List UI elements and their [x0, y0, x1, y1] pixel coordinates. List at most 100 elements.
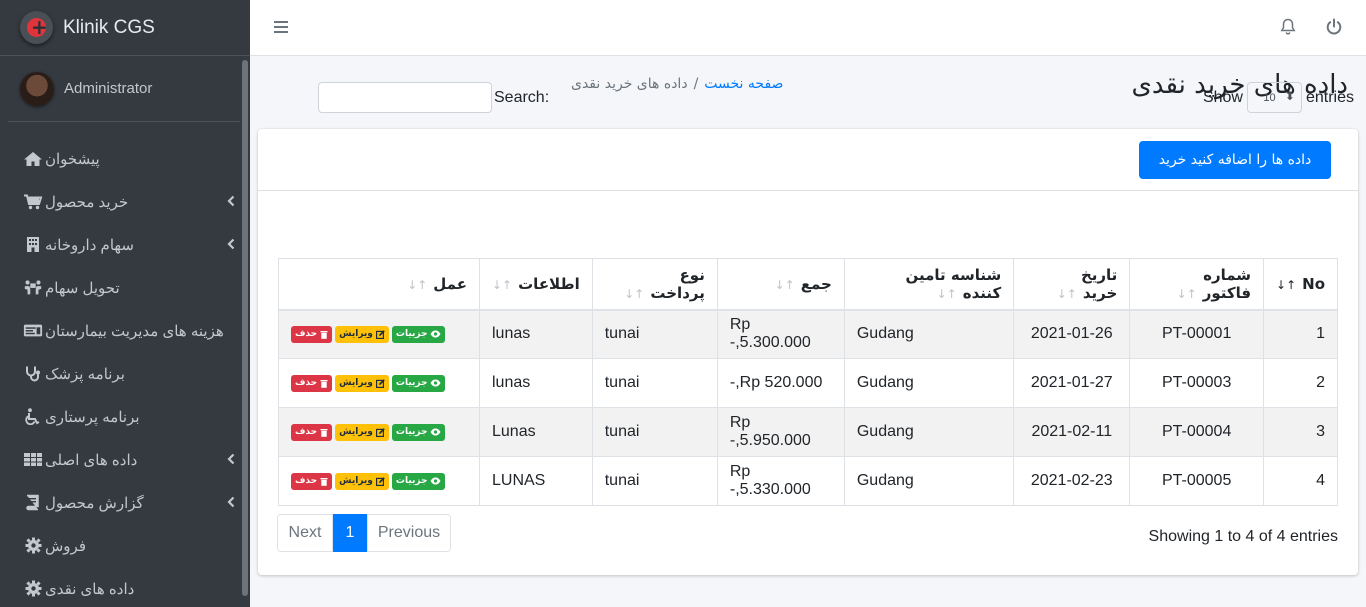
chevron-left-icon — [226, 452, 236, 466]
table-row: 4 PT-00005 2021-02-23 Gudang Rp 5.330.000,- t… — [278, 456, 1338, 506]
cell-no: 1 — [1263, 309, 1338, 359]
sidebar-item-4[interactable]: تحویل سهام — [0, 266, 250, 309]
sidebar-item-3[interactable]: سهام داروخانه — [0, 223, 250, 266]
sort-icon: ↑↓ — [624, 286, 645, 301]
table-icon — [23, 451, 43, 469]
sidebar-item-11[interactable]: داده های نقدی — [0, 567, 250, 607]
column-header-7[interactable]: اطلاعات ↑↓ — [479, 258, 593, 311]
delete-label: حذف — [295, 329, 318, 340]
sidebar-item-label: داده های نقدی — [45, 580, 135, 598]
sort-icon: ↑↓ — [407, 277, 428, 292]
column-header-3[interactable]: تاریخ خرید↑↓ — [1013, 258, 1131, 311]
details-label: جزییات — [395, 476, 428, 486]
trash-icon — [320, 477, 328, 486]
sort-icon: ↑↓ — [936, 286, 957, 301]
sidebar-nav: پیشخوان خرید محصول سهام داروخانه تحویل سهام… — [0, 137, 250, 607]
cell-invoice: PT-00005 — [1129, 456, 1265, 506]
trash-icon — [320, 428, 328, 437]
sidebar-item-label: برنامه پرستاری — [45, 408, 140, 426]
sidebar-item-2[interactable]: خرید محصول — [0, 180, 250, 223]
cell-invoice: PT-00003 — [1129, 358, 1265, 408]
column-header-1[interactable]: No ↑↓ — [1263, 258, 1338, 311]
cell-actions: حذف ویرایش جزییات — [278, 456, 480, 506]
sidebar-item-6[interactable]: برنامه پزشک — [0, 352, 250, 395]
delete-button[interactable]: حذف — [291, 423, 333, 441]
details-button[interactable]: جزییات — [391, 423, 446, 441]
page-length-control: Show 10 entries — [1203, 82, 1354, 113]
sidebar-item-1[interactable]: پیشخوان — [0, 137, 250, 180]
delete-button[interactable]: حذف — [291, 472, 333, 490]
pagination-previous[interactable]: Previous — [367, 514, 451, 552]
sidebar-item-label: پیشخوان — [45, 150, 100, 168]
column-header-label: نوع پرداخت — [650, 265, 705, 302]
eye-icon — [430, 477, 441, 485]
stethoscope-icon — [23, 365, 43, 383]
home-icon — [23, 150, 43, 168]
bell-icon[interactable] — [1280, 18, 1296, 36]
money-check-icon — [23, 322, 43, 340]
card-header: داده ها را اضافه کنید خرید — [258, 129, 1358, 191]
chevron-left-icon — [226, 194, 236, 208]
pagination-page-1[interactable]: 1 — [333, 514, 367, 552]
breadcrumb-home-link[interactable]: صفحه نخست — [704, 76, 783, 92]
avatar — [20, 71, 54, 106]
details-label: جزییات — [395, 329, 428, 340]
sidebar-scrollbar-thumb[interactable] — [242, 60, 248, 596]
delete-button[interactable]: حذف — [291, 374, 333, 392]
sidebar-item-10[interactable]: فروش — [0, 524, 250, 567]
cell-invoice: PT-00004 — [1129, 407, 1265, 457]
delete-label: حذف — [295, 476, 318, 486]
column-header-label: تاریخ خرید — [1080, 265, 1118, 302]
column-header-8[interactable]: عمل ↑↓ — [278, 258, 480, 311]
delete-button[interactable]: حذف — [291, 325, 333, 343]
details-button[interactable]: جزییات — [391, 374, 446, 392]
search-input[interactable] — [318, 82, 492, 113]
add-purchase-button[interactable]: داده ها را اضافه کنید خرید — [1139, 141, 1331, 179]
column-header-6[interactable]: نوع پرداخت ↑↓ — [591, 258, 718, 311]
edit-button[interactable]: ویرایش — [335, 472, 389, 490]
cell-supplier: Gudang — [843, 309, 1015, 359]
eye-icon — [430, 330, 441, 338]
eye-icon — [430, 379, 441, 387]
cell-date: 2021-01-26 — [1013, 309, 1131, 359]
table-body: 1 PT-00001 2021-01-26 Gudang Rp 5.300.000,- t… — [278, 309, 1338, 506]
cell-invoice: PT-00001 — [1129, 309, 1265, 359]
menu-icon[interactable] — [273, 19, 289, 35]
column-header-label: No — [1302, 274, 1325, 293]
column-header-label: عمل — [433, 274, 467, 293]
sidebar-item-8[interactable]: داده های اصلی — [0, 438, 250, 481]
brand-text: Klinik CGS — [63, 16, 155, 38]
cell-date: 2021-02-23 — [1013, 456, 1131, 506]
details-button[interactable]: جزییات — [391, 472, 446, 490]
cell-supplier: Gudang — [843, 358, 1015, 408]
cell-payment: tunai — [591, 358, 718, 408]
sidebar-item-7[interactable]: برنامه پرستاری — [0, 395, 250, 438]
edit-button[interactable]: ویرایش — [335, 325, 389, 343]
edit-button[interactable]: ویرایش — [335, 374, 389, 392]
cell-payment: tunai — [591, 407, 718, 457]
sidebar-item-9[interactable]: گزارش محصول — [0, 481, 250, 524]
search-control: Search: — [318, 82, 549, 113]
edit-icon — [375, 378, 385, 388]
edit-button[interactable]: ویرایش — [335, 423, 389, 441]
sort-icon: ↑↓ — [492, 277, 513, 292]
entries-label: entries — [1305, 88, 1354, 106]
details-button[interactable]: جزییات — [391, 325, 446, 343]
pagination-next[interactable]: Next — [277, 514, 333, 552]
power-icon[interactable] — [1325, 18, 1343, 36]
sort-icon: ↑↓ — [774, 277, 795, 292]
user-panel[interactable]: Administrator — [8, 56, 242, 122]
cell-date: 2021-02-11 — [1013, 407, 1131, 457]
sidebar-item-5[interactable]: هزینه های مدیریت بیمارستان — [0, 309, 250, 352]
sort-icon: ↑↓ — [1176, 286, 1197, 301]
cog-icon — [23, 580, 43, 598]
page-length-select[interactable]: 10 — [1246, 82, 1302, 113]
cell-info: lunas — [479, 358, 593, 408]
chevron-left-icon — [226, 237, 236, 251]
brand-link[interactable]: Klinik CGS — [0, 0, 250, 56]
column-header-5[interactable]: جمع ↑↓ — [716, 258, 845, 311]
cell-total: Rp 5.300.000,- — [716, 309, 845, 359]
column-header-4[interactable]: شناسه تامین کننده↑↓ — [843, 258, 1015, 311]
cell-info: LUNAS — [479, 456, 593, 506]
column-header-2[interactable]: شماره فاکتور ↑↓ — [1129, 258, 1265, 311]
